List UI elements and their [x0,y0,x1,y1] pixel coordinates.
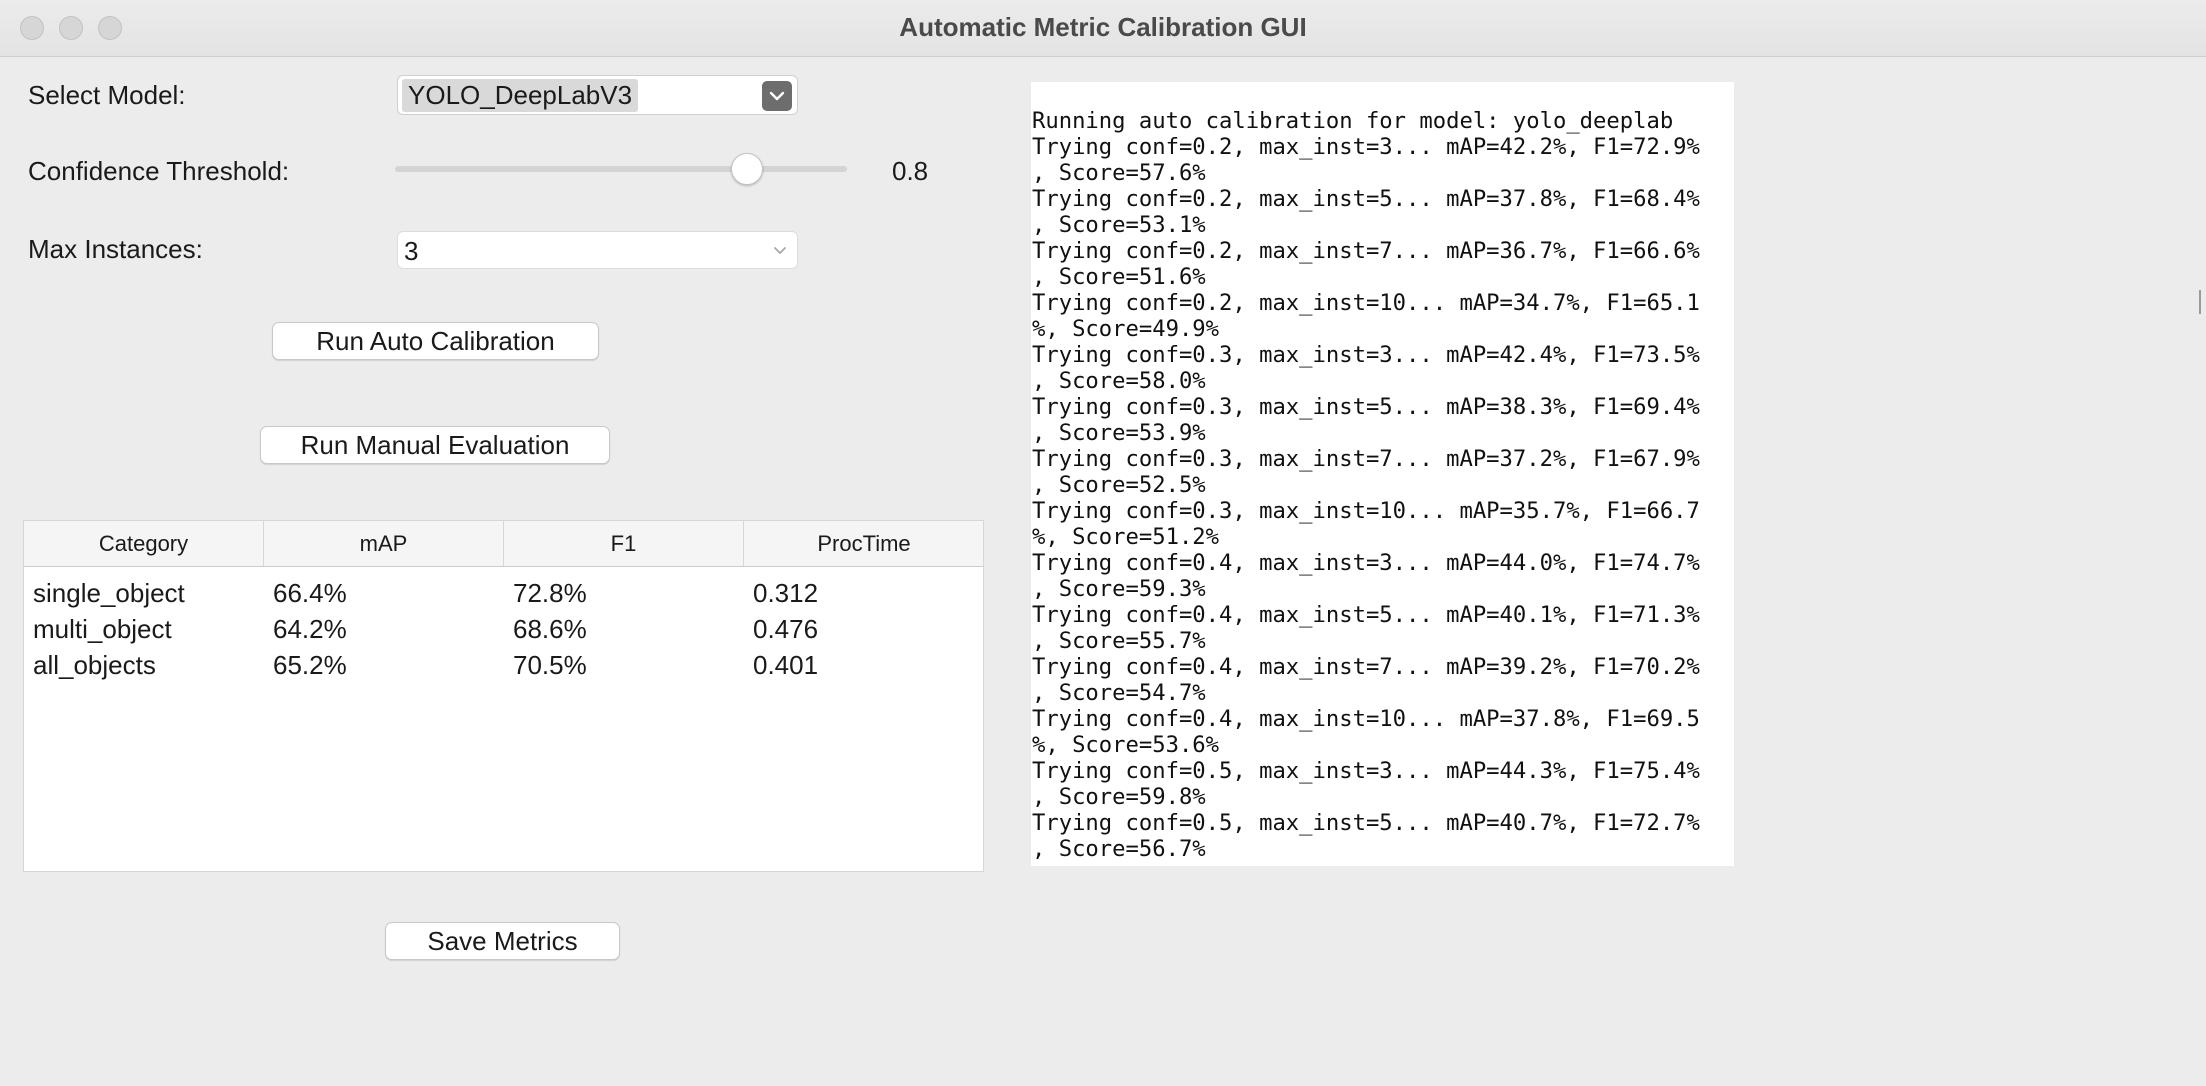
log-line: , Score=55.7% [1032,628,1206,654]
app-window: Automatic Metric Calibration GUI Select … [0,0,2206,1086]
log-line: Running auto calibration for model: yolo… [1032,108,1674,134]
log-line: %, Score=53.6% [1032,732,1220,758]
log-line: , Score=59.8% [1032,784,1206,810]
chevron-down-icon [769,91,785,101]
log-line: Trying conf=0.3, max_inst=10... mAP=35.7… [1032,498,1700,524]
chevron-down-icon[interactable] [771,240,789,260]
log-line: %, Score=51.2% [1032,524,1220,550]
log-line: Trying conf=0.4, max_inst=3... mAP=44.0%… [1032,550,1700,576]
log-line: Trying conf=0.4, max_inst=5... mAP=40.1%… [1032,602,1700,628]
log-line: , Score=53.1% [1032,212,1206,238]
confidence-slider-thumb[interactable] [731,153,763,185]
table-row[interactable]: multi_object 64.2% 68.6% 0.476 [24,611,983,647]
window-title: Automatic Metric Calibration GUI [899,12,1307,42]
save-metrics-button[interactable]: Save Metrics [385,922,620,960]
cell-f1: 68.6% [513,614,587,644]
cell-map: 65.2% [273,650,347,680]
log-line: Trying conf=0.4, max_inst=7... mAP=39.2%… [1032,654,1700,680]
model-select[interactable]: YOLO_DeepLabV3 [397,75,798,115]
select-model-label: Select Model: [28,80,186,110]
column-header-proctime[interactable]: ProcTime [744,521,984,566]
model-select-value: YOLO_DeepLabV3 [402,79,639,112]
model-select-dropdown-button[interactable] [762,81,792,111]
cell-proctime: 0.401 [753,650,819,680]
cell-map: 66.4% [273,578,347,608]
title-bar: Automatic Metric Calibration GUI [0,0,2206,57]
max-instances-label: Max Instances: [28,234,203,264]
log-line: Trying conf=0.5, max_inst=5... mAP=40.7%… [1032,810,1700,836]
cell-category: all_objects [33,650,156,680]
confidence-threshold-label: Confidence Threshold: [28,156,290,186]
log-line: , Score=59.3% [1032,576,1206,602]
max-instances-combobox[interactable]: 3 [397,231,798,269]
cell-f1: 72.8% [513,578,587,608]
column-header-f1[interactable]: F1 [504,521,744,566]
log-line: Trying conf=0.2, max_inst=10... mAP=34.7… [1032,290,1700,316]
cell-map: 64.2% [273,614,347,644]
cell-category: single_object [33,578,185,608]
log-line: , Score=54.7% [1032,680,1206,706]
run-auto-calibration-button[interactable]: Run Auto Calibration [272,322,599,360]
log-line: Trying conf=0.3, max_inst=3... mAP=42.4%… [1032,342,1700,368]
confidence-value: 0.8 [892,156,929,186]
column-header-category[interactable]: Category [24,521,264,566]
max-instances-value: 3 [404,236,419,266]
log-line: Trying conf=0.4, max_inst=10... mAP=37.8… [1032,706,1700,732]
confidence-slider-track[interactable] [395,166,847,172]
window-resize-edge [2199,290,2201,314]
log-line: Trying conf=0.2, max_inst=7... mAP=36.7%… [1032,238,1700,264]
log-line: Trying conf=0.3, max_inst=7... mAP=37.2%… [1032,446,1700,472]
table-row[interactable]: all_objects 65.2% 70.5% 0.401 [24,647,983,683]
cell-proctime: 0.312 [753,578,819,608]
log-line: Trying conf=0.5, max_inst=3... mAP=44.3%… [1032,758,1700,784]
log-line: Trying conf=0.2, max_inst=5... mAP=37.8%… [1032,186,1700,212]
results-table[interactable]: Category mAP F1 ProcTime single_object 6… [23,520,984,872]
log-line: %, Score=49.9% [1032,316,1220,342]
run-manual-evaluation-button[interactable]: Run Manual Evaluation [260,426,610,464]
log-line: , Score=57.6% [1032,160,1206,186]
log-line: , Score=51.6% [1032,264,1206,290]
cell-proctime: 0.476 [753,614,819,644]
log-line: , Score=52.5% [1032,472,1206,498]
table-row[interactable]: single_object 66.4% 72.8% 0.312 [24,575,983,611]
log-line: Trying conf=0.3, max_inst=5... mAP=38.3%… [1032,394,1700,420]
column-header-map[interactable]: mAP [264,521,504,566]
table-header: Category mAP F1 ProcTime [24,521,983,567]
cell-f1: 70.5% [513,650,587,680]
log-line: Trying conf=0.2, max_inst=3... mAP=42.2%… [1032,134,1700,160]
log-line: , Score=53.9% [1032,420,1206,446]
calibration-log[interactable]: Running auto calibration for model: yolo… [1031,82,1734,866]
cell-category: multi_object [33,614,172,644]
log-line: , Score=56.7% [1032,836,1206,862]
log-line: , Score=58.0% [1032,368,1206,394]
